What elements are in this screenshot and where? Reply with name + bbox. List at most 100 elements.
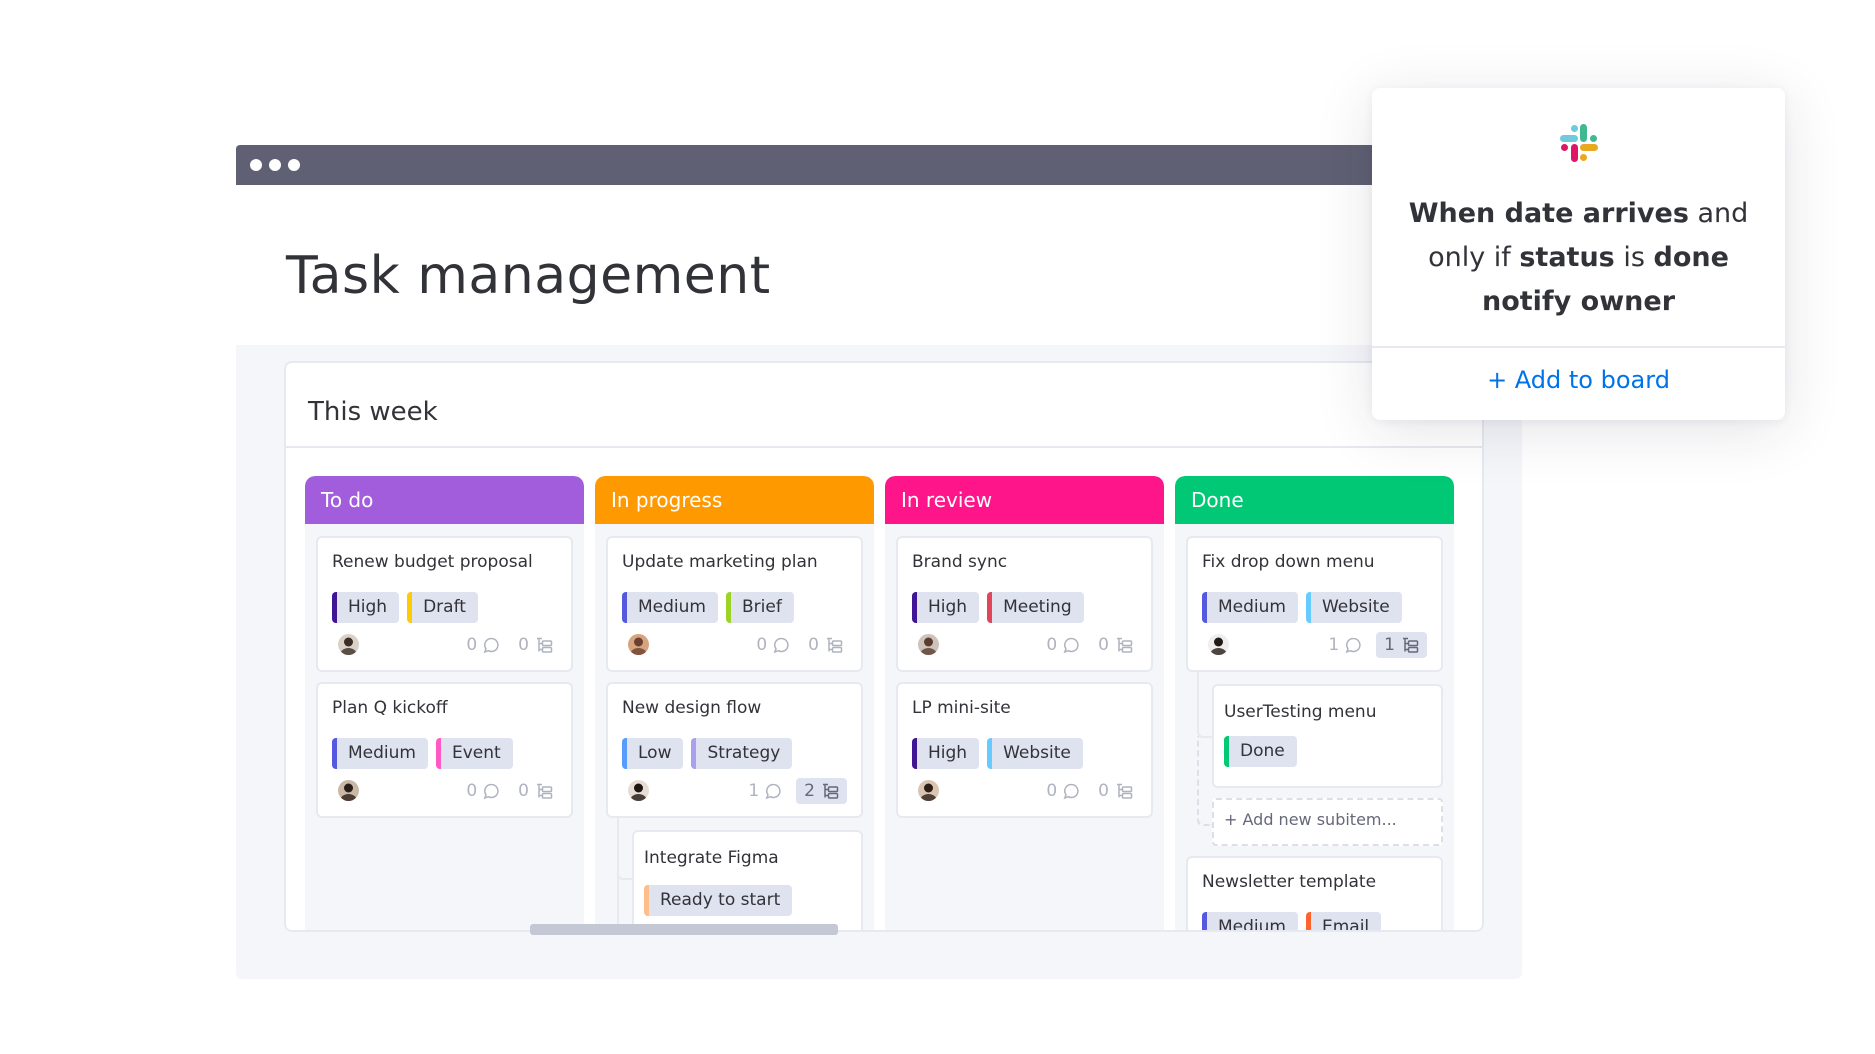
tag-brief[interactable]: Brief [725,592,794,623]
column-label: Done [1191,488,1244,512]
tag-draft[interactable]: Draft [407,592,478,623]
column-header[interactable]: To do [305,476,584,524]
recipe-action[interactable]: notify owner [1482,286,1675,317]
comments-button[interactable]: 0 [462,778,504,804]
comment-icon [1063,783,1080,800]
tag-website[interactable]: Website [1305,592,1402,623]
tag-color-bar [912,738,917,769]
avatar[interactable] [338,780,359,801]
comments-button[interactable]: 1 [1324,632,1366,658]
tag-label: Ready to start [660,890,781,910]
card-title: Fix drop down menu [1202,552,1375,572]
horizontal-scrollbar[interactable] [530,924,838,935]
window-controls[interactable] [250,159,300,171]
card-footer: 0 0 [332,778,557,804]
recipe-text: only if [1428,242,1520,273]
add-subitem-button[interactable]: + Add new subitem... [1212,798,1443,846]
add-to-board-button[interactable]: + Add to board [1372,366,1785,394]
subitem-status-tag[interactable]: Done [1224,736,1297,767]
board-group-title[interactable]: This week [308,397,438,427]
comment-count: 1 [748,781,760,801]
subitem-card[interactable]: Integrate Figma Ready to start [632,830,863,930]
subitems-icon [825,637,843,654]
card-footer: 0 0 [912,778,1137,804]
comments-button[interactable]: 0 [462,632,504,658]
comment-icon [483,783,500,800]
subitems-button[interactable]: 0 [514,632,557,658]
task-card[interactable]: Update marketing plan Medium Brief 0 0 [606,536,863,672]
task-card[interactable]: Brand sync High Meeting 0 0 [896,536,1153,672]
tag-email[interactable]: Email [1305,912,1382,930]
comments-button[interactable]: 1 [744,778,786,804]
comment-count: 0 [466,635,478,655]
card-footer: 0 0 [622,632,847,658]
tag-label: Medium [1218,917,1286,932]
avatar[interactable] [918,780,939,801]
subitems-button[interactable]: 0 [1094,778,1137,804]
task-card[interactable]: Plan Q kickoff Medium Event 0 0 [316,682,573,818]
tag-color-bar [691,738,697,769]
card-tags: High Website [912,738,1083,769]
subitem-status-tag[interactable]: Ready to start [644,885,793,916]
subitems-button[interactable]: 0 [514,778,557,804]
tag-medium[interactable]: Medium [1202,912,1298,932]
recipe-text: and [1688,198,1749,229]
avatar[interactable] [338,634,359,655]
tag-high[interactable]: High [912,738,980,769]
tag-strategy[interactable]: Strategy [691,738,793,769]
task-card[interactable]: Fix drop down menu Medium Website 1 1 [1186,536,1443,672]
task-card[interactable]: Renew budget proposal High Draft 0 0 [316,536,573,672]
tag-medium[interactable]: Medium [622,592,718,623]
recipe-trigger[interactable]: When date arrives [1409,198,1689,229]
column-header[interactable]: In review [885,476,1164,524]
subitems-icon [535,637,553,654]
window-dot-icon[interactable] [288,159,300,171]
tag-color-bar [987,592,993,623]
divider [1372,346,1785,348]
tag-high[interactable]: High [332,592,400,623]
comments-button[interactable]: 0 [1042,632,1084,658]
subitems-button[interactable]: 1 [1376,632,1427,658]
recipe-condition-value[interactable]: done [1654,242,1729,273]
tag-event[interactable]: Event [435,738,513,769]
tag-meeting[interactable]: Meeting [987,592,1084,623]
subitems-button[interactable]: 0 [804,632,847,658]
window-title-bar [236,145,1436,185]
comments-button[interactable]: 0 [1042,778,1084,804]
tag-high[interactable]: High [912,592,980,623]
tag-medium[interactable]: Medium [332,738,428,769]
window-dot-icon[interactable] [250,159,262,171]
avatar[interactable] [628,634,649,655]
divider [286,446,1482,448]
recipe-condition-field[interactable]: status [1519,242,1614,273]
task-card[interactable]: Newsletter template Medium Email [1186,856,1443,932]
card-tags: Medium Website [1202,592,1402,623]
column-header[interactable]: In progress [595,476,874,524]
card-meta: 1 2 [744,778,847,804]
tag-low[interactable]: Low [622,738,684,769]
tag-label: High [928,743,968,763]
subitems-icon [1401,637,1419,654]
tag-label: Draft [423,597,466,617]
tag-website[interactable]: Website [987,738,1083,769]
column-header[interactable]: Done [1175,476,1454,524]
column-label: To do [321,488,374,512]
subitems-button[interactable]: 2 [796,778,847,804]
subitems-icon [821,783,839,800]
task-card[interactable]: New design flow Low Strategy 1 2 [606,682,863,818]
card-meta: 0 0 [1042,632,1137,658]
subitem-card[interactable]: UserTesting menu Done [1212,684,1443,788]
avatar[interactable] [918,634,939,655]
subitems-button[interactable]: 0 [1094,632,1137,658]
tag-color-bar [1305,912,1311,930]
avatar[interactable] [1208,634,1229,655]
window-dot-icon[interactable] [269,159,281,171]
comments-button[interactable]: 0 [752,632,794,658]
comment-icon [765,783,782,800]
tag-medium[interactable]: Medium [1202,592,1298,623]
subitem-title: UserTesting menu [1224,702,1377,722]
task-card[interactable]: LP mini-site High Website 0 0 [896,682,1153,818]
avatar[interactable] [628,780,649,801]
card-title: Update marketing plan [622,552,818,572]
tag-label: Medium [348,743,416,763]
